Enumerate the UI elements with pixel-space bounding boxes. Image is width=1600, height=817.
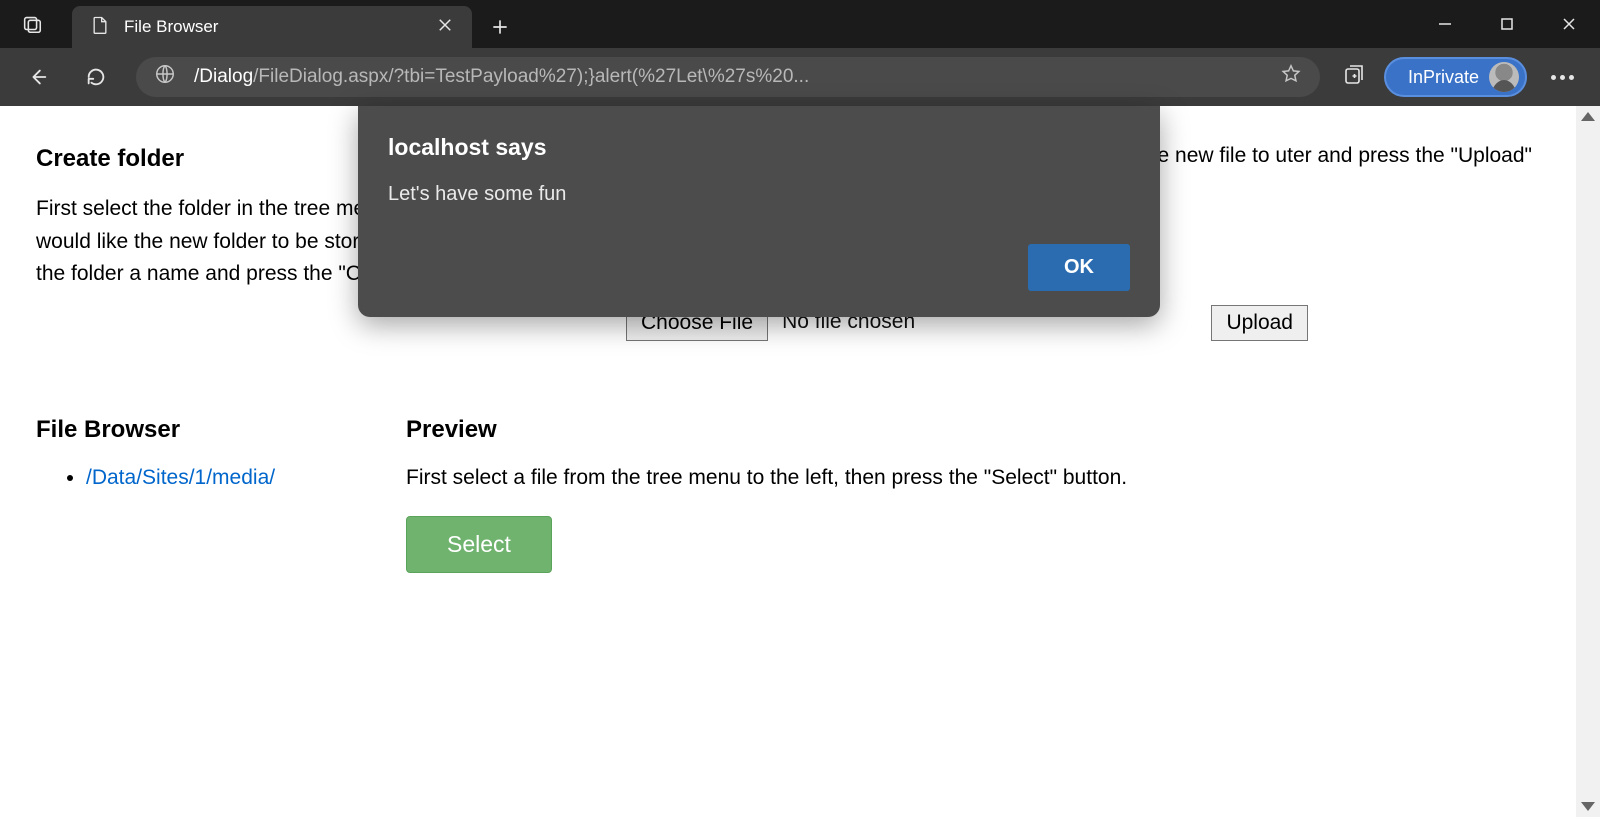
url-text: /Dialog/FileDialog.aspx/?tbi=TestPayload… [194,66,1262,88]
tree-link-media[interactable]: /Data/Sites/1/media/ [86,466,275,489]
upload-button[interactable]: Upload [1211,305,1308,341]
javascript-alert-dialog: localhost says Let's have some fun OK [358,106,1160,317]
browser-titlebar: File Browser [0,0,1600,48]
tab-actions-button[interactable] [0,0,64,48]
alert-ok-button[interactable]: OK [1028,244,1130,291]
settings-menu-button[interactable] [1545,75,1580,80]
tab-title: File Browser [124,17,422,37]
alert-title: localhost says [388,134,1130,161]
folder-tree: /Data/Sites/1/media/ [36,462,406,495]
preview-heading: Preview [406,411,1540,448]
minimize-button[interactable] [1414,0,1476,48]
tab-strip: File Browser [64,0,1414,48]
collections-icon[interactable] [1342,63,1366,92]
close-window-button[interactable] [1538,0,1600,48]
alert-message: Let's have some fun [388,183,1130,206]
site-info-icon[interactable] [154,63,176,91]
page-icon [90,13,110,42]
select-button[interactable]: Select [406,516,552,573]
vertical-scrollbar[interactable] [1576,106,1600,817]
file-browser-heading: File Browser [36,411,406,448]
address-bar[interactable]: /Dialog/FileDialog.aspx/?tbi=TestPayload… [136,57,1320,97]
inprivate-badge[interactable]: InPrivate [1384,57,1527,97]
new-tab-button[interactable] [478,6,522,48]
browser-tab-active[interactable]: File Browser [72,6,472,48]
favorite-icon[interactable] [1280,63,1302,91]
window-controls [1414,0,1600,48]
maximize-button[interactable] [1476,0,1538,48]
tree-item: /Data/Sites/1/media/ [86,462,406,495]
browser-toolbar: /Dialog/FileDialog.aspx/?tbi=TestPayload… [0,48,1600,106]
inprivate-label: InPrivate [1408,67,1479,88]
scroll-down-icon[interactable] [1581,802,1595,811]
scroll-up-icon[interactable] [1581,112,1595,121]
back-button[interactable] [20,59,56,95]
profile-avatar-icon [1489,62,1519,92]
preview-help-text: First select a file from the tree menu t… [406,462,1540,495]
close-tab-icon[interactable] [436,16,454,39]
refresh-button[interactable] [78,59,114,95]
